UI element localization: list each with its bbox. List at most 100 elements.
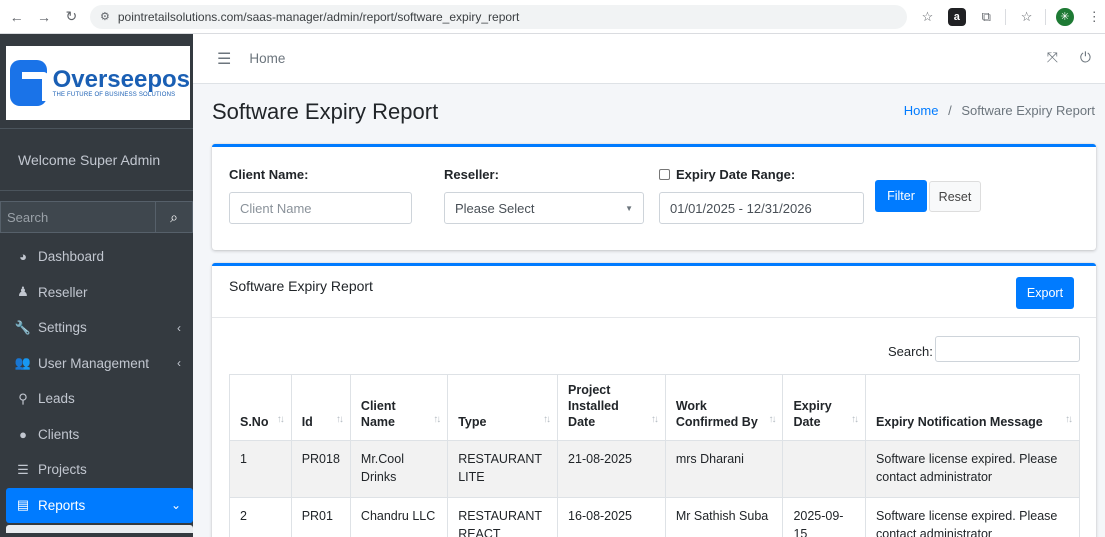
toolbar-divider <box>1004 8 1006 25</box>
reseller-icon: ♟ <box>17 284 29 300</box>
sidebar-item-reports[interactable]: ▤ Reports ⌄ <box>6 487 193 523</box>
cell-sno: 1 <box>229 440 292 498</box>
sort-icon: ↑↓ <box>851 414 859 425</box>
cell-notification-message: Software license expired. Please contact… <box>865 440 1080 498</box>
table-header-row: S.No ↑↓ Id ↑↓ Client Name ↑↓ Type ↑↓ Project… <box>229 374 1080 441</box>
users-icon: 👥 <box>14 355 32 371</box>
sort-icon: ↑↓ <box>276 414 285 425</box>
reseller-select[interactable]: Please Select ▼ <box>444 192 644 224</box>
sidebar-item-projects[interactable]: ☰ Projects <box>6 452 193 488</box>
search-icon[interactable]: ⌕ <box>156 201 193 233</box>
chevron-left-icon: ‹ <box>177 320 181 335</box>
wrench-icon: 🔧 <box>14 319 32 335</box>
breadcrumb-home-link[interactable]: Home <box>904 103 939 118</box>
back-arrow-icon[interactable]: ← <box>6 6 27 28</box>
reset-button[interactable]: Reset <box>929 181 981 212</box>
dashboard-icon: ◕ <box>19 249 27 265</box>
breadcrumb-current: Software Expiry Report <box>961 103 1095 118</box>
power-icon[interactable]: ⏻ <box>1080 49 1091 66</box>
column-header-type[interactable]: Type ↑↓ <box>447 374 559 441</box>
sidebar-item-leads[interactable]: ⚲ Leads <box>6 381 193 417</box>
cell-sno: 2 <box>229 497 292 537</box>
expiry-date-range-input[interactable]: 01/01/2025 - 12/31/2026 <box>659 192 864 224</box>
column-header-work-confirmed-by[interactable]: Work Confirmed By ↑↓ <box>664 374 784 441</box>
cell-notification-message: Software license expired. Please contact… <box>865 497 1080 537</box>
sidebar-item-label: Reports <box>38 497 86 513</box>
cell-expiry-date <box>782 440 867 498</box>
reload-icon[interactable]: ↻ <box>61 6 82 28</box>
column-header-sno[interactable]: S.No ↑↓ <box>229 374 292 441</box>
export-button[interactable]: Export <box>1016 277 1074 309</box>
column-header-installed-date[interactable]: Project Installed Date ↑↓ <box>557 374 666 441</box>
client-name-label: Client Name: <box>229 167 309 182</box>
clipboard-icon: ▤ <box>16 497 30 513</box>
database-icon: ☰ <box>17 461 29 477</box>
cell-work-confirmed-by: mrs Dharani <box>664 440 784 498</box>
filter-card: Client Name: Client Name Reseller: Pleas… <box>212 144 1096 250</box>
cell-installed-date: 16-08-2025 <box>557 497 666 537</box>
sort-icon: ↑↓ <box>650 414 659 425</box>
sidebar-item-settings[interactable]: 🔧 Settings ‹ <box>6 310 193 346</box>
page-title: Software Expiry Report <box>212 99 439 124</box>
brand-logo[interactable]: Overseepos THE FUTURE OF BUSINESS SOLUTI… <box>6 46 190 120</box>
sidebar-item-label: Reseller <box>38 284 88 300</box>
column-header-client-name[interactable]: Client Name ↑↓ <box>349 374 449 441</box>
forward-arrow-icon[interactable]: → <box>33 6 54 28</box>
column-header-expiry-date[interactable]: Expiry Date ↑↓ <box>782 374 867 441</box>
extensions-puzzle-icon[interactable]: ⧉ <box>976 6 997 28</box>
sidebar-search-input[interactable] <box>0 201 156 233</box>
table-row[interactable]: 2 PR01 Chandru LLC RESTAURANT REACT 16-0… <box>229 497 1080 537</box>
breadcrumb-separator: / <box>948 103 952 118</box>
expiry-range-label: Expiry Date Range: <box>659 167 795 182</box>
sort-icon: ↑↓ <box>433 414 441 425</box>
sidebar-item-label: Projects <box>38 462 87 478</box>
filter-button[interactable]: Filter <box>875 180 927 212</box>
table-search-input[interactable] <box>935 336 1080 362</box>
profile-avatar-icon[interactable]: ✳ <box>1056 7 1074 26</box>
chevron-left-icon: ‹ <box>177 356 181 371</box>
address-bar[interactable]: ⚙ pointretailsolutions.com/saas-manager/… <box>89 4 907 29</box>
column-header-id[interactable]: Id ↑↓ <box>290 374 351 441</box>
column-header-notification-message[interactable]: Expiry Notification Message ↑↓ <box>865 374 1080 441</box>
expiry-range-label-text: Expiry Date Range: <box>676 167 796 182</box>
sidebar-item-label: User Management <box>38 355 150 371</box>
reports-submenu <box>6 525 193 533</box>
cell-client-name: Mr.Cool Drinks <box>349 440 449 498</box>
chevron-down-icon: ⌄ <box>170 498 181 513</box>
cell-id: PR018 <box>290 440 351 498</box>
extension-icon[interactable]: a <box>948 7 966 26</box>
cell-client-name: Chandru LLC <box>349 497 449 537</box>
expiry-range-checkbox[interactable] <box>659 169 670 180</box>
table-row[interactable]: 1 PR018 Mr.Cool Drinks RESTAURANT LITE 2… <box>229 440 1080 498</box>
cell-expiry-date: 2025-09-15 <box>782 497 867 537</box>
sidebar-item-reseller[interactable]: ♟ Reseller <box>6 275 193 311</box>
browser-toolbar: ← → ↻ ⚙ pointretailsolutions.com/saas-ma… <box>0 0 1105 34</box>
top-nav-home-link[interactable]: Home <box>249 51 285 66</box>
reseller-label: Reseller: <box>444 167 499 182</box>
expiry-report-table: S.No ↑↓ Id ↑↓ Client Name ↑↓ Type ↑↓ Project… <box>229 374 1080 537</box>
sidebar-search: ⌕ <box>0 201 193 233</box>
sort-icon: ↑↓ <box>768 414 776 425</box>
table-search-label: Search: <box>888 344 933 359</box>
browser-menu-icon[interactable]: ⋮ <box>1084 6 1105 28</box>
sidebar-item-label: Settings <box>38 320 87 336</box>
sidebar-item-user-management[interactable]: 👥 User Management ‹ <box>6 346 193 382</box>
user-icon: ● <box>19 426 27 442</box>
report-card-header: Software Expiry Report Export <box>212 266 1096 318</box>
sidebar-item-dashboard[interactable]: ◕ Dashboard <box>6 239 193 275</box>
fullscreen-icon[interactable]: ⤧ <box>1047 49 1058 66</box>
reseller-select-value: Please Select <box>455 200 535 216</box>
bookmark-star-icon[interactable]: ☆ <box>917 6 938 28</box>
toolbar-divider <box>1045 8 1047 25</box>
url-text: pointretailsolutions.com/saas-manager/ad… <box>117 9 520 24</box>
breadcrumb: Home / Software Expiry Report <box>904 103 1095 118</box>
sort-icon: ↑↓ <box>1065 414 1073 425</box>
sidebar-item-clients[interactable]: ● Clients <box>6 417 193 453</box>
report-card-title: Software Expiry Report <box>229 278 373 294</box>
reading-list-icon[interactable]: ☆ <box>1016 6 1037 28</box>
site-info-icon[interactable]: ⚙ <box>100 10 110 23</box>
top-navbar: ☰ Home ⤧ ⏻ <box>193 34 1105 84</box>
client-name-input[interactable]: Client Name <box>229 192 412 224</box>
cell-id: PR01 <box>290 497 351 537</box>
hamburger-menu-icon[interactable]: ☰ <box>217 49 231 69</box>
